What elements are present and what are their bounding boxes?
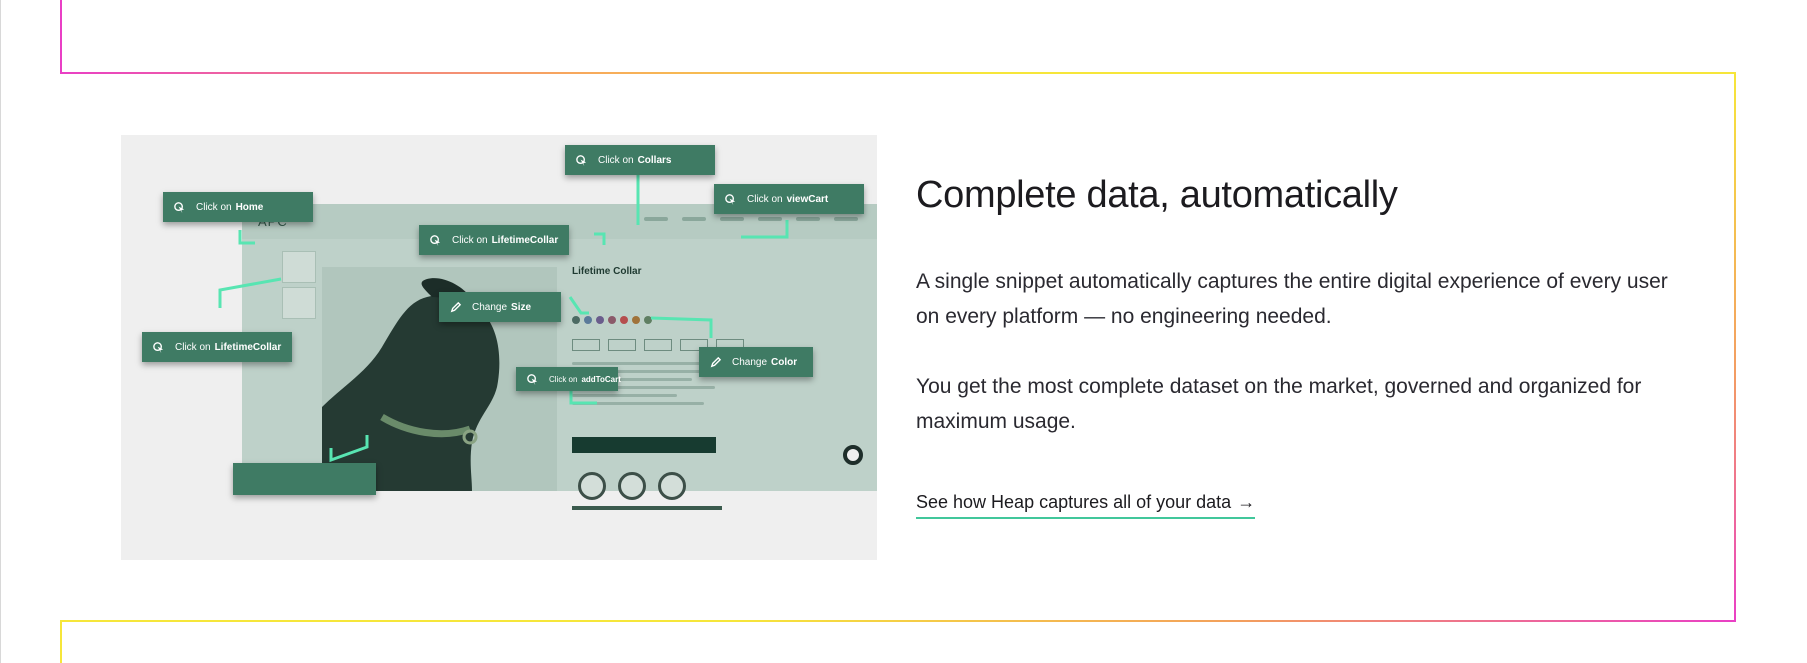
frame-line-bottom-vertical (60, 620, 62, 663)
tag-click-addtocart: Click on addToCart (516, 367, 621, 391)
tag-click-collars: Click on Collars (565, 145, 715, 175)
frame-line-top-vertical (60, 0, 62, 74)
tag-blank (233, 463, 376, 495)
tag-change-size: Change Size (439, 292, 561, 322)
arrow-right-icon: → (1237, 492, 1256, 512)
section-paragraph-2: You get the most complete dataset on the… (916, 375, 1642, 433)
page-edge (0, 0, 1, 663)
pencil-icon (710, 356, 722, 367)
tag-click-lifetimecollar-thumb: Click on LifetimeCollar (142, 332, 292, 362)
frame-line-right (1734, 72, 1736, 622)
pencil-icon (450, 301, 462, 312)
product-illustration: APC Lifetime Collar (121, 135, 877, 560)
see-how-link-label: See how Heap captures all of your data (916, 492, 1232, 512)
click-icon (527, 373, 538, 385)
section-paragraph-1: A single snippet automatically captures … (916, 270, 1668, 328)
click-icon (725, 193, 736, 205)
frame-line-top (60, 72, 1736, 74)
tag-change-color: Change Color (699, 347, 813, 377)
click-icon (430, 234, 441, 246)
section-heading: Complete data, automatically (916, 174, 1398, 216)
click-icon (153, 341, 164, 353)
see-how-link[interactable]: See how Heap captures all of your data → (916, 492, 1256, 519)
frame-line-bottom (60, 620, 1736, 622)
tag-click-home: Click on Home (163, 192, 313, 222)
tag-click-lifetimecollar: Click on LifetimeCollar (419, 225, 569, 255)
click-icon (576, 154, 587, 166)
tag-click-viewcart: Click on viewCart (714, 184, 864, 214)
chat-bubble-icon (843, 445, 863, 465)
click-icon (174, 201, 185, 213)
